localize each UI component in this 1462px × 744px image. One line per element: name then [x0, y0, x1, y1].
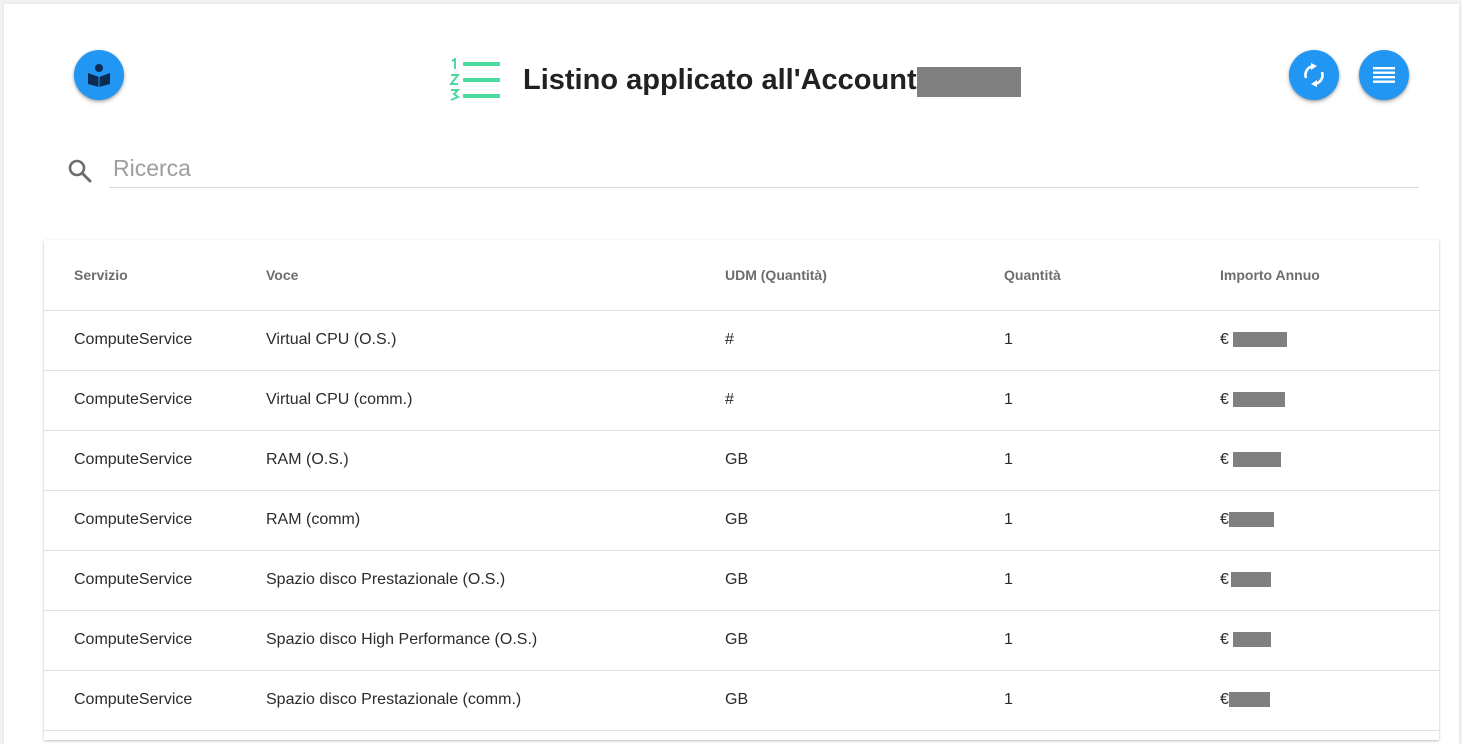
redacted-amount: [1233, 332, 1288, 348]
cell-udm: GB: [725, 451, 749, 468]
cell-udm: GB: [725, 631, 749, 648]
redacted-amount: [1233, 452, 1282, 468]
redacted-amount: [1233, 392, 1286, 408]
numbered-list-icon: [449, 58, 500, 101]
search-bar: [66, 152, 1419, 188]
price-list-table: Servizio Voce UDM (Quantità) Quantità Im…: [44, 240, 1439, 740]
redacted-amount: [1228, 692, 1270, 708]
currency-symbol: €: [1220, 451, 1229, 468]
cell-udm: GB: [725, 511, 749, 528]
cell-quantita: 1: [1004, 331, 1013, 348]
search-input[interactable]: [109, 152, 1417, 184]
cell-quantita: 1: [1004, 451, 1013, 468]
table-row[interactable]: ComputeService Spazio disco Prestazional…: [44, 670, 1439, 731]
reader-button[interactable]: [74, 50, 124, 100]
column-header-quantita[interactable]: Quantità: [1004, 267, 1061, 283]
table-row[interactable]: ComputeService RAM (O.S.) GB 1 €: [44, 430, 1439, 491]
refresh-icon: [1304, 63, 1324, 87]
table-row[interactable]: ComputeService Spazio disco High Perform…: [44, 610, 1439, 671]
cell-quantita: 1: [1004, 631, 1013, 648]
cell-voce: RAM (O.S.): [266, 451, 349, 468]
table-row[interactable]: ComputeService Virtual CPU (comm.) # 1 €: [44, 370, 1439, 431]
menu-button[interactable]: [1359, 50, 1409, 100]
cell-servizio: ComputeService: [74, 631, 193, 648]
list-icon: [1373, 67, 1395, 83]
cell-importo: €: [1220, 631, 1272, 649]
cell-importo: €: [1220, 691, 1270, 709]
page-header: Listino applicato all'Account: [449, 58, 1021, 102]
cell-importo: €: [1220, 571, 1271, 589]
search-icon: [68, 159, 92, 183]
table-row[interactable]: ComputeService RAM (comm) GB 1 €: [44, 490, 1439, 551]
cell-voce: RAM (comm): [266, 511, 361, 528]
cell-udm: GB: [725, 571, 749, 588]
column-header-importo-annuo[interactable]: Importo Annuo: [1220, 267, 1320, 283]
redacted-amount: [1233, 632, 1272, 648]
redacted-amount: [1228, 512, 1274, 528]
cell-udm: #: [725, 391, 734, 408]
cell-udm: #: [725, 331, 734, 348]
page-title: Listino applicato all'Account: [523, 63, 917, 96]
cell-servizio: ComputeService: [74, 331, 193, 348]
currency-symbol: €: [1220, 691, 1229, 708]
cell-importo: €: [1220, 331, 1288, 349]
cell-voce: Virtual CPU (O.S.): [266, 331, 397, 348]
cell-servizio: ComputeService: [74, 391, 193, 408]
cell-importo: €: [1220, 511, 1274, 529]
currency-symbol: €: [1220, 331, 1229, 348]
cell-udm: GB: [725, 691, 749, 708]
table-header: Servizio Voce UDM (Quantità) Quantità Im…: [44, 240, 1439, 311]
cell-quantita: 1: [1004, 511, 1013, 528]
currency-symbol: €: [1220, 571, 1229, 588]
reader-book-icon: [88, 64, 110, 87]
cell-servizio: ComputeService: [74, 571, 193, 588]
table-row[interactable]: ComputeService Spazio disco Prestazional…: [44, 550, 1439, 611]
currency-symbol: €: [1220, 391, 1229, 408]
currency-symbol: €: [1220, 631, 1229, 648]
cell-voce: Spazio disco Prestazionale (O.S.): [266, 571, 506, 588]
cell-voce: Virtual CPU (comm.): [266, 391, 413, 408]
redacted-account-name: [916, 67, 1021, 97]
column-header-servizio[interactable]: Servizio: [74, 267, 128, 283]
cell-servizio: ComputeService: [74, 511, 193, 528]
cell-quantita: 1: [1004, 391, 1013, 408]
cell-quantita: 1: [1004, 571, 1013, 588]
column-header-udm[interactable]: UDM (Quantità): [725, 267, 827, 283]
currency-symbol: €: [1220, 511, 1229, 528]
cell-importo: €: [1220, 391, 1286, 409]
column-header-voce[interactable]: Voce: [266, 267, 298, 283]
cell-importo: €: [1220, 451, 1282, 469]
refresh-button[interactable]: [1289, 50, 1339, 100]
cell-servizio: ComputeService: [74, 691, 193, 708]
table-row[interactable]: ComputeService Virtual CPU (O.S.) # 1 €: [44, 310, 1439, 371]
cell-servizio: ComputeService: [74, 451, 193, 468]
redacted-amount: [1230, 572, 1271, 588]
cell-voce: Spazio disco Prestazionale (comm.): [266, 691, 522, 708]
search-underline: [109, 187, 1419, 188]
cell-quantita: 1: [1004, 691, 1013, 708]
cell-voce: Spazio disco High Performance (O.S.): [266, 631, 538, 648]
